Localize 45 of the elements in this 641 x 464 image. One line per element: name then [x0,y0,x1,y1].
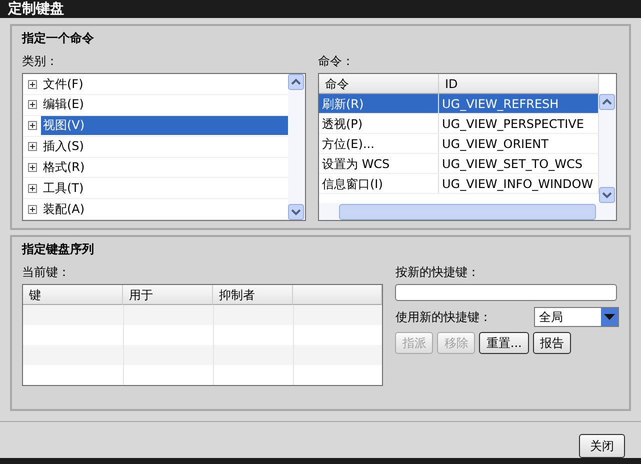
field-label: 使用新的快捷键： [395,308,492,326]
action-button[interactable]: 报告 [532,332,571,354]
table-cell[interactable]: 设置为 WCS [319,154,439,174]
shortcut-input-field[interactable] [395,284,618,302]
expand-icon[interactable] [28,204,37,214]
field-label: 当前键： [22,264,71,282]
field-label: 按新的快捷键： [395,264,480,282]
tree-item[interactable]: 格式(R) [41,158,288,178]
table-cell[interactable]: 信息窗口(I) [319,174,439,194]
expand-icon[interactable] [28,121,37,130]
scope-dropdown[interactable]: 全局 [534,307,619,328]
action-button[interactable]: 重置... [479,332,529,354]
scroll-down-icon[interactable] [599,187,615,204]
table-cell[interactable]: 刷新(R) [319,94,439,114]
field-label: 命令： [318,53,355,70]
table-cell[interactable]: 方位(E)... [319,134,439,154]
table-cell[interactable]: 透视(P) [319,114,439,134]
field-label: 类别： [22,53,59,70]
scroll-up-icon[interactable] [599,94,615,110]
group-title: 指定一个命令 [22,30,95,48]
scrollbar[interactable] [599,94,616,204]
group-title: 指定键盘序列 [22,241,95,258]
column-header[interactable]: 键 [23,285,123,306]
tree-item[interactable]: 装配(A) [41,200,288,219]
scroll-up-icon[interactable] [288,74,304,90]
column-header[interactable]: ID [439,74,599,94]
window-title: 定制键盘 [0,0,641,18]
scrollbar[interactable] [288,74,305,220]
tree-item[interactable]: 编辑(E) [41,95,288,114]
expand-icon[interactable] [28,163,37,172]
expand-icon[interactable] [28,80,37,89]
column-header[interactable]: 抑制者 [213,285,293,306]
expand-icon[interactable] [28,184,37,193]
tree-item[interactable]: 文件(F) [41,74,288,94]
column-header[interactable]: 用于 [123,285,213,306]
horizontal-scrollbar[interactable] [319,203,616,220]
tree-item[interactable]: 插入(S) [41,137,288,156]
expand-icon[interactable] [28,100,37,110]
close-button[interactable]: 关闭 [579,434,625,458]
column-header[interactable]: 命令 [319,74,439,94]
tree-item[interactable]: 视图(V) [41,116,288,136]
table-cell[interactable]: UG_VIEW_REFRESH [439,94,599,114]
expand-icon[interactable] [28,142,37,152]
scroll-down-icon[interactable] [288,204,304,220]
tree-item[interactable]: 工具(T) [41,178,288,198]
